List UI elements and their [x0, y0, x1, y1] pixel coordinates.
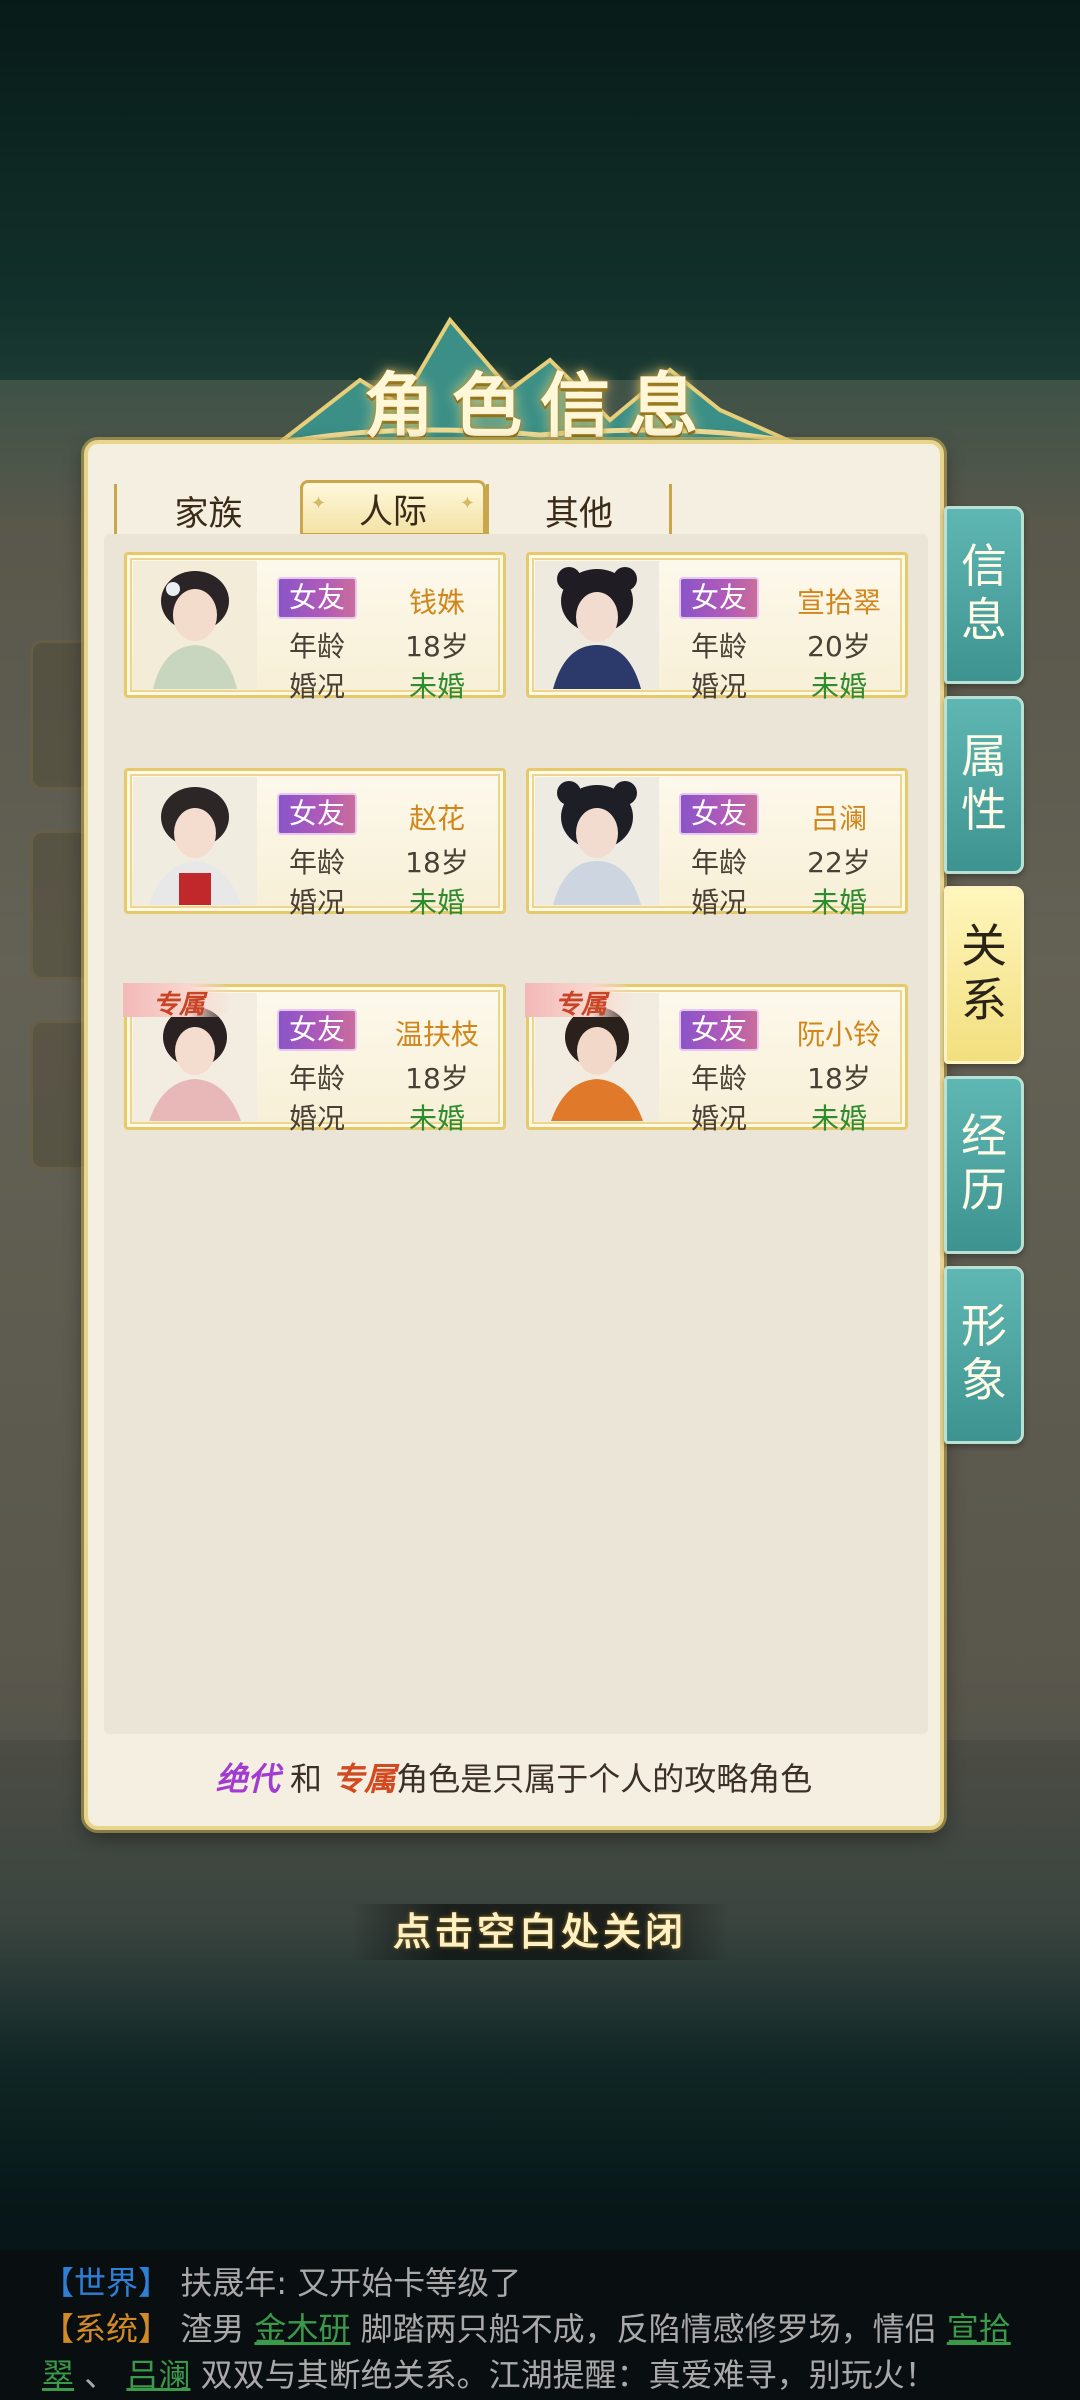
- close-hint[interactable]: 点击空白处关闭: [350, 1904, 730, 1960]
- character-name: 阮小铃: [796, 1018, 881, 1051]
- marriage-value: 未婚: [810, 670, 867, 703]
- character-portrait: [133, 777, 257, 905]
- age-value: 18岁: [807, 1062, 871, 1095]
- marriage-label: 婚况: [690, 1102, 747, 1135]
- page-title: 角色信息: [364, 364, 716, 447]
- age-value: 18岁: [405, 1062, 469, 1095]
- chat-line: 【系统】 渣男 金木研 脚踏两只船不成，反陷情感修罗场，情侣 宣拾翠 、 吕澜 …: [42, 2310, 1011, 2394]
- relationship-card[interactable]: 女友 赵花 年龄 18岁 婚况 未婚: [124, 768, 506, 919]
- side-tab-relations[interactable]: 关系: [944, 886, 1024, 1064]
- chat-line: 【世界】 扶晟年: 又开始卡等级了: [42, 2264, 522, 2302]
- relationship-card[interactable]: 女友 吕澜 年龄 22岁 婚况 未婚: [526, 768, 908, 919]
- marriage-label: 婚况: [288, 670, 345, 703]
- character-name: 赵花: [408, 802, 465, 835]
- side-tab-appearance[interactable]: 形象: [944, 1266, 1024, 1444]
- relation-badge: 女友: [679, 793, 759, 835]
- footnote: 绝代 和 专属角色是只属于个人的攻略角色: [215, 1760, 813, 1798]
- character-info-panel: 家族 人际 其他 女友 钱姝 年龄 18岁 婚况 未婚 女友 宣拾翠 年龄 20…: [84, 440, 944, 1830]
- player-link[interactable]: 吕澜: [126, 2356, 190, 2394]
- marriage-value: 未婚: [810, 886, 867, 919]
- exclusive-tag: 专属: [332, 1760, 397, 1798]
- character-portrait: [535, 777, 659, 905]
- relation-badge: 女友: [679, 577, 759, 619]
- age-value: 18岁: [405, 846, 469, 879]
- character-portrait: [535, 561, 659, 689]
- age-label: 年龄: [288, 846, 345, 879]
- relation-badge: 女友: [277, 793, 357, 835]
- chat-channel-system: 【系统】: [42, 2310, 171, 2348]
- player-link[interactable]: 金木研: [254, 2310, 350, 2348]
- age-value: 18岁: [405, 630, 469, 663]
- side-tab-info[interactable]: 信息: [944, 506, 1024, 684]
- exclusive-ribbon: 专属: [525, 983, 635, 1020]
- character-name: 温扶枝: [394, 1018, 479, 1051]
- exclusive-ribbon: 专属: [123, 983, 233, 1020]
- age-value: 20岁: [807, 630, 871, 663]
- character-portrait: [133, 561, 257, 689]
- relation-badge: 女友: [277, 1009, 357, 1051]
- side-tab-history[interactable]: 经历: [944, 1076, 1024, 1254]
- relationship-card[interactable]: 女友 钱姝 年龄 18岁 婚况 未婚: [124, 552, 506, 703]
- age-label: 年龄: [690, 846, 747, 879]
- marriage-label: 婚况: [288, 886, 345, 919]
- relation-badge: 女友: [277, 577, 357, 619]
- age-label: 年龄: [288, 630, 345, 663]
- marriage-value: 未婚: [408, 886, 465, 919]
- marriage-label: 婚况: [288, 1102, 345, 1135]
- character-name: 钱姝: [408, 586, 465, 619]
- tab-other[interactable]: 其他: [486, 484, 672, 536]
- legendary-tag: 绝代: [215, 1760, 280, 1798]
- marriage-label: 婚况: [690, 886, 747, 919]
- relation-badge: 女友: [679, 1009, 759, 1051]
- age-label: 年龄: [288, 1062, 345, 1095]
- character-name: 宣拾翠: [796, 586, 881, 619]
- relationship-list: 女友 钱姝 年龄 18岁 婚况 未婚 女友 宣拾翠 年龄 20岁 婚况 未婚 女…: [104, 534, 928, 1734]
- chat-channel-world: 【世界】: [42, 2264, 171, 2302]
- relationship-card[interactable]: 专属 女友 阮小铃 年龄 18岁 婚况 未婚: [525, 983, 908, 1135]
- age-label: 年龄: [690, 630, 747, 663]
- character-name: 吕澜: [810, 802, 867, 835]
- tab-social[interactable]: 人际: [300, 480, 486, 536]
- marriage-value: 未婚: [810, 1102, 867, 1135]
- marriage-label: 婚况: [690, 670, 747, 703]
- marriage-value: 未婚: [408, 670, 465, 703]
- tab-bar: 家族 人际 其他: [114, 480, 672, 536]
- relationship-card[interactable]: 女友 宣拾翠 年龄 20岁 婚况 未婚: [526, 552, 908, 703]
- age-label: 年龄: [690, 1062, 747, 1095]
- marriage-value: 未婚: [408, 1102, 465, 1135]
- chat-box[interactable]: 【世界】 扶晟年: 又开始卡等级了 【系统】 渣男 金木研 脚踏两只船不成，反陷…: [0, 2250, 1080, 2400]
- relationship-card[interactable]: 专属 女友 温扶枝 年龄 18岁 婚况 未婚: [123, 983, 506, 1135]
- tab-family[interactable]: 家族: [114, 484, 300, 536]
- age-value: 22岁: [807, 846, 871, 879]
- side-tab-attributes[interactable]: 属性: [944, 696, 1024, 874]
